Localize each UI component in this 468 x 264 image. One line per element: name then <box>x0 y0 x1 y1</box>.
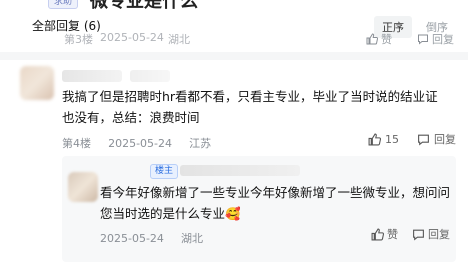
reply-button[interactable]: 回复 <box>417 131 456 147</box>
original-poster-badge: 楼主 <box>150 164 179 179</box>
reply-button[interactable]: 回复 <box>412 226 450 242</box>
post-detail-page: 求助 微专业是什么 全部回复 (6) 正序 倒序 第3楼 2025-05-24 … <box>0 0 468 264</box>
post-title-row: 求助 微专业是什么 <box>0 0 198 14</box>
floor-number: 第3楼 <box>64 33 93 46</box>
username-blurred[interactable] <box>180 165 300 176</box>
reply-text: 看今年好像新增了一些专业今年好像新增了一些微专业，想问问您当时选的是什么专业🥰 <box>100 182 460 224</box>
like-label: 赞 <box>381 33 392 46</box>
reply-date: 2025-05-24 <box>100 232 164 245</box>
section-divider <box>0 52 468 60</box>
comment-meta: 第4楼 2025-05-24 江苏 15 回复 <box>62 131 456 151</box>
comment-icon <box>417 133 430 146</box>
like-button[interactable]: 赞 <box>371 226 398 242</box>
reply-label: 回复 <box>428 228 450 241</box>
reply-location: 湖北 <box>181 232 204 245</box>
comment-date: 2025-05-24 <box>108 137 173 150</box>
floor-number: 第4楼 <box>62 137 91 150</box>
comment-text: 我搞了但是招聘时hr看都不看，只看主专业，毕业了当时说的结业证也没有，总结：浪费… <box>62 89 438 125</box>
like-button[interactable]: 赞 <box>366 31 392 47</box>
comment-icon <box>417 33 429 45</box>
like-count: 15 <box>385 132 399 146</box>
comment-actions: 15 回复 <box>368 131 456 147</box>
nested-reply: 楼主 看今年好像新增了一些专业今年好像新增了一些微专业，想问问您当时选的是什么专… <box>62 156 456 262</box>
avatar[interactable] <box>20 66 54 100</box>
comment-icon <box>412 228 425 241</box>
comment-location: 江苏 <box>189 137 212 150</box>
like-button[interactable]: 15 <box>368 131 399 147</box>
thumbs-up-icon <box>368 133 381 146</box>
username-blurred[interactable] <box>62 70 122 82</box>
smiling-face-icon: 🥰 <box>225 206 241 221</box>
help-badge: 求助 <box>48 0 79 9</box>
thumbs-up-icon <box>366 33 378 45</box>
comment-date: 2025-05-24 <box>100 31 164 44</box>
post-title: 微专业是什么 <box>90 0 199 12</box>
username-tag-blurred <box>130 70 170 82</box>
reply-text-body: 看今年好像新增了一些专业今年好像新增了一些微专业，想问问您当时选的是什么专业 <box>100 185 451 221</box>
reply-button[interactable]: 回复 <box>417 31 454 47</box>
reply-label: 回复 <box>432 33 454 46</box>
thumbs-up-icon <box>371 228 384 241</box>
reply-actions: 赞 回复 <box>371 226 450 242</box>
like-label: 赞 <box>387 228 398 241</box>
avatar[interactable] <box>68 172 98 202</box>
reply-label: 回复 <box>434 133 456 146</box>
comment-location: 湖北 <box>168 33 190 46</box>
previous-comment-meta: 第3楼 2025-05-24 湖北 赞 回复 <box>0 31 468 47</box>
reply-meta: 2025-05-24 湖北 赞 回复 <box>100 226 450 245</box>
